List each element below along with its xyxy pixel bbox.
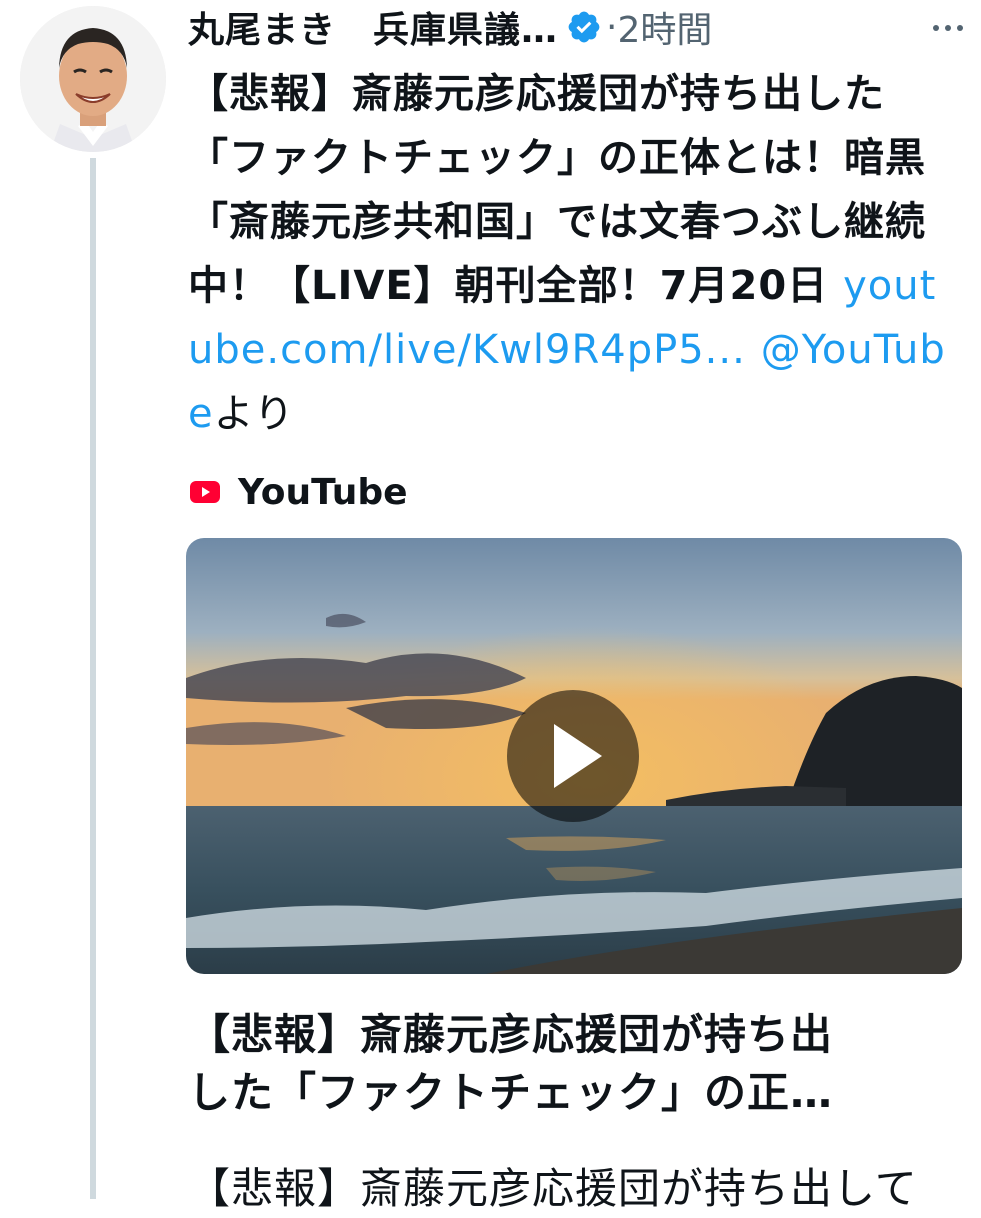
- video-thumbnail[interactable]: [186, 538, 962, 974]
- avatar[interactable]: [20, 6, 166, 152]
- tweet-text-main: 【悲報】斎藤元彦応援団が持ち出した「ファクトチェック」の正体とは！暗黒「斎藤元彦…: [188, 71, 926, 309]
- card-title-line2: した「ファクトチェック」の正…: [188, 1068, 834, 1117]
- avatar-photo: [20, 6, 166, 152]
- tweet-text: 【悲報】斎藤元彦応援団が持ち出した「ファクトチェック」の正体とは！暗黒「斎藤元彦…: [188, 62, 958, 446]
- more-options-icon[interactable]: [928, 10, 968, 46]
- time-separator: ·: [606, 6, 618, 48]
- timestamp[interactable]: 2時間: [617, 1, 712, 53]
- card-title[interactable]: 【悲報】斎藤元彦応援団が持ち出 した「ファクトチェック」の正…: [188, 1006, 958, 1122]
- card-description: 【悲報】斎藤元彦応援団が持ち出して: [188, 1164, 918, 1213]
- card-source-label: YouTube: [238, 471, 408, 513]
- card-title-line1: 【悲報】斎藤元彦応援団が持ち出: [188, 1010, 834, 1059]
- tweet-space: [746, 327, 761, 373]
- youtube-logo-icon: [190, 481, 220, 503]
- verified-badge-icon: [566, 9, 602, 45]
- thread-connector-line: [90, 158, 96, 1199]
- author-name[interactable]: 丸尾まき 兵庫県議…: [188, 1, 558, 53]
- tweet-header: 丸尾まき 兵庫県議… · 2時間: [188, 2, 968, 52]
- card-source: YouTube: [190, 468, 408, 516]
- tweet-suffix: より: [213, 391, 295, 437]
